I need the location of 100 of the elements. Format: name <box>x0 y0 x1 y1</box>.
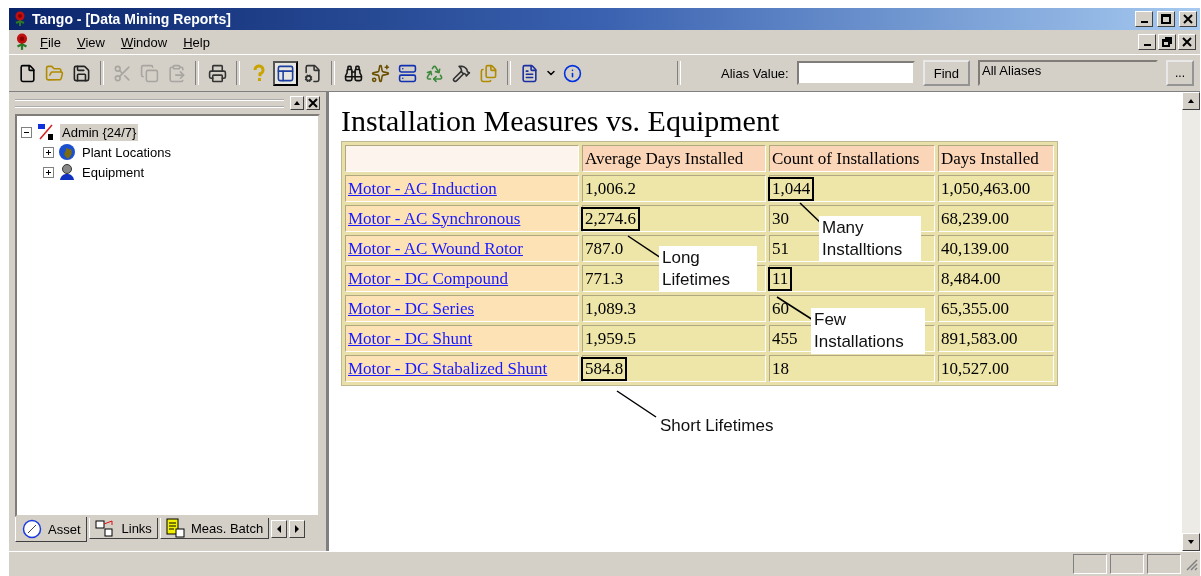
cell-value: 10,527.00 <box>940 357 1010 380</box>
equipment-link[interactable]: Motor - DC Compound <box>348 268 509 288</box>
new-file-icon <box>18 63 37 83</box>
cell-value: 68,239.00 <box>940 207 1010 230</box>
tree-item[interactable]: Plant Locations <box>80 143 173 161</box>
cell-value: 18 <box>771 357 790 380</box>
open-folder-icon <box>45 63 64 83</box>
close-button[interactable] <box>1178 34 1196 50</box>
scroll-up-button[interactable] <box>1182 92 1200 110</box>
info-icon <box>563 63 582 83</box>
minimize-icon <box>1140 21 1148 23</box>
highlighted-value: 2,274.6 <box>581 206 640 231</box>
cell-value: 1,006.2 <box>584 177 637 200</box>
server-icon <box>398 63 417 83</box>
close-button[interactable] <box>1179 11 1197 27</box>
person-icon <box>58 163 76 181</box>
cell-value: 30 <box>771 207 790 230</box>
globe-icon <box>58 143 76 161</box>
maximize-button[interactable] <box>1157 11 1175 27</box>
callout-label: Many Installtions <box>819 216 921 262</box>
expand-icon[interactable] <box>43 166 54 178</box>
minimize-button[interactable] <box>1135 11 1153 27</box>
menu-item[interactable]: File <box>33 32 68 52</box>
column-header: Average Days Installed <box>582 145 766 172</box>
tree-item[interactable]: Equipment <box>80 163 147 181</box>
save-icon <box>72 63 91 83</box>
window-title: Tango - [Data Mining Reports] <box>32 11 232 27</box>
alias-input-field[interactable] <box>796 61 915 85</box>
files-icon <box>479 63 498 83</box>
minimize-icon <box>1143 44 1151 46</box>
copy-icon <box>140 63 159 83</box>
cell-value: 40,139.00 <box>940 237 1010 260</box>
document-icon <box>520 63 539 83</box>
cell-value: 891,583.00 <box>940 327 1019 350</box>
panels-icon <box>276 63 295 83</box>
find-button[interactable]: Find <box>922 60 970 86</box>
tab-right-button[interactable] <box>289 520 306 538</box>
menu-item[interactable]: View <box>69 32 112 52</box>
print-icon <box>208 63 227 83</box>
cell-value: 1,089.3 <box>584 297 637 320</box>
sparkle-icon <box>371 63 390 83</box>
pane-grip[interactable] <box>15 98 284 108</box>
close-icon <box>1182 13 1194 25</box>
restore-icon <box>1161 36 1173 48</box>
tab-left-button[interactable] <box>271 520 288 538</box>
properties-icon <box>303 63 322 83</box>
maximize-icon <box>1160 13 1172 25</box>
tree-item[interactable]: Admin {24/7} <box>60 123 139 141</box>
cell-value: 1,959.5 <box>584 327 637 350</box>
equipment-link[interactable]: Motor - AC Synchronous <box>348 208 521 228</box>
scroll-down-button[interactable] <box>1182 533 1200 551</box>
cut-icon <box>113 63 132 83</box>
size-grip-icon <box>1184 557 1198 571</box>
cell-value: 1,050,463.00 <box>940 177 1032 200</box>
equipment-link[interactable]: Motor - AC Wound Rotor <box>348 238 523 258</box>
equipment-link[interactable]: Motor - AC Induction <box>348 178 497 198</box>
pane-scroll-button[interactable] <box>290 96 304 110</box>
binoculars-icon <box>344 63 363 83</box>
restore-button[interactable] <box>1158 34 1176 50</box>
cell-value: 455 <box>771 327 799 350</box>
leader-line <box>616 390 657 418</box>
minimize-button[interactable] <box>1138 34 1156 50</box>
close-icon <box>1181 36 1193 48</box>
status-panel <box>1073 554 1107 574</box>
menu-item[interactable]: Help <box>176 32 217 52</box>
expand-icon[interactable] <box>43 146 54 158</box>
collapse-icon[interactable] <box>21 126 32 138</box>
menu-item[interactable]: Window <box>113 32 175 52</box>
highlighted-value: 11 <box>768 266 793 291</box>
highlighted-value: 1,044 <box>768 176 815 201</box>
alias-scope-field[interactable]: All Aliases <box>978 60 1158 86</box>
cell-value: 787.0 <box>584 237 625 260</box>
status-panel <box>1147 554 1181 574</box>
cell-value: 771.3 <box>584 267 625 290</box>
tab[interactable]: Asset <box>15 517 87 542</box>
tab[interactable]: Links <box>88 518 158 539</box>
equipment-link[interactable]: Motor - DC Shunt <box>348 328 473 348</box>
highlighted-value: 584.8 <box>581 356 628 381</box>
browse-button[interactable]: ... <box>1166 60 1194 86</box>
report-title: Installation Measures vs. Equipment <box>341 104 780 138</box>
paste-icon <box>167 63 186 83</box>
status-panel <box>1110 554 1144 574</box>
callout-label: Few Installations <box>811 308 925 354</box>
callout-label: Long Lifetimes <box>659 246 757 292</box>
pane-close-button[interactable] <box>306 96 320 110</box>
hammer-icon <box>452 63 471 83</box>
leader-line <box>627 235 662 259</box>
cell-value: 8,484.00 <box>940 267 1002 290</box>
tab[interactable]: Meas. Batch <box>159 518 270 539</box>
cell-value: 60 <box>771 297 790 320</box>
equipment-link[interactable]: Motor - DC Series <box>348 298 475 318</box>
column-header: Days Installed <box>938 145 1054 172</box>
close-icon <box>307 97 319 109</box>
column-header: Count of Installations <box>769 145 935 172</box>
cell-value: 65,355.00 <box>940 297 1010 320</box>
panels-button[interactable] <box>273 60 298 86</box>
alias-label: Alias Value: <box>721 65 789 81</box>
recycle-icon <box>425 63 444 83</box>
cell-value: 51 <box>771 237 790 260</box>
equipment-link[interactable]: Motor - DC Stabalized Shunt <box>348 358 548 378</box>
